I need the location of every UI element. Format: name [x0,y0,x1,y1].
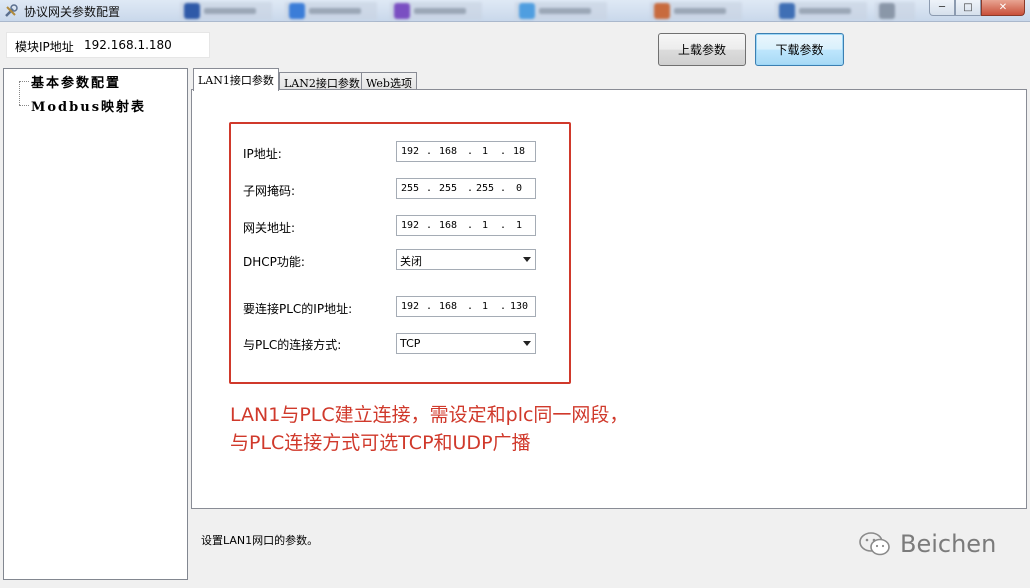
module-ip-label: 模块IP地址 [15,40,74,54]
plc-mode-label: 与PLC的连接方式: [243,338,342,352]
subnet-mask-label: 子网掩码: [243,184,296,198]
watermark: Beichen [858,530,996,558]
close-button[interactable]: ✕ [981,0,1025,16]
chevron-down-icon [523,341,531,346]
tree-item-label: 基本参数配置 [31,75,122,91]
window-title: 协议网关参数配置 [24,5,121,19]
dhcp-label: DHCP功能: [243,255,305,269]
title-bar: 协议网关参数配置 ─ □ ✕ [0,0,1030,22]
plc-mode-value: TCP [400,337,421,350]
window-controls: ─ □ ✕ [929,0,1025,18]
tab-lan2[interactable]: LAN2接口参数 [279,72,365,90]
tree-item-label: Modbus映射表 [31,99,147,115]
gateway-label: 网关地址: [243,221,296,235]
status-text: 设置LAN1网口的参数。 [201,534,319,547]
chevron-down-icon [523,257,531,262]
watermark-text: Beichen [900,530,997,558]
ip-address-field[interactable]: 192. 168. 1. 18 [396,141,536,162]
blurred-taskbar [170,0,920,22]
nav-tree: 基本参数配置 Modbus映射表 [3,68,188,580]
tools-icon [5,4,18,17]
tab-web[interactable]: Web选项 [361,72,417,90]
gateway-field[interactable]: 192. 168. 1. 1 [396,215,536,236]
plc-mode-select[interactable]: TCP [396,333,536,354]
download-params-button[interactable]: 下载参数 [755,33,844,66]
module-ip-value: 192.168.1.180 [84,38,172,52]
plc-ip-label: 要连接PLC的IP地址: [243,302,353,316]
upload-params-button[interactable]: 上载参数 [658,33,746,66]
minimize-button[interactable]: ─ [929,0,955,16]
dhcp-value: 关闭 [400,255,422,268]
module-ip-box: 模块IP地址 192.168.1.180 [6,32,210,58]
plc-ip-field[interactable]: 192. 168. 1. 130 [396,296,536,317]
wechat-icon [859,532,890,556]
annotation-line-1: LAN1与PLC建立连接，需设定和plc同一网段， [230,404,629,426]
subnet-mask-field[interactable]: 255. 255. 255. 0 [396,178,536,199]
ip-address-label: IP地址: [243,147,282,161]
dhcp-select[interactable]: 关闭 [396,249,536,270]
maximize-button[interactable]: □ [955,0,981,16]
annotation-line-2: 与PLC连接方式可选TCP和UDP广播 [230,432,531,454]
tab-lan1[interactable]: LAN1接口参数 [193,68,279,91]
